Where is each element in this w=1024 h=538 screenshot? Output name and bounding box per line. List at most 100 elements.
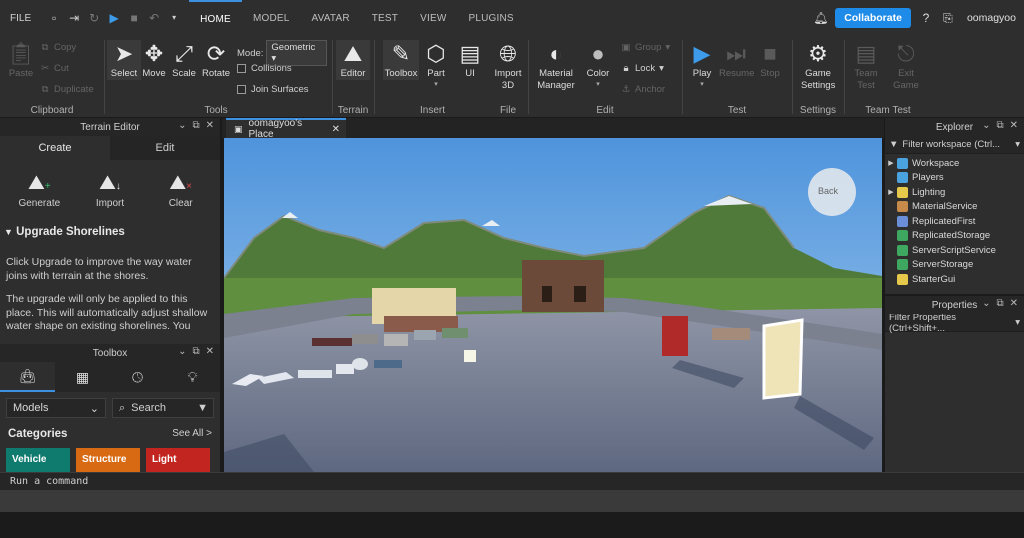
material-manager-button[interactable]: ◐ Material Manager: [535, 40, 577, 92]
creations-tab[interactable]: 💡︎: [165, 362, 220, 392]
category-chip-structure[interactable]: Structure: [76, 448, 140, 472]
team-test-button[interactable]: ▤ Team Test: [849, 40, 883, 92]
help-icon[interactable]: ?: [919, 11, 933, 25]
explorer-item-workspace[interactable]: ▶ Workspace: [885, 156, 1024, 171]
explorer-item-players[interactable]: Players: [885, 171, 1024, 186]
chevron-down-icon: ⌄: [89, 402, 99, 415]
command-bar-input[interactable]: Run a command: [0, 472, 1024, 490]
terrain-editor-button[interactable]: ⛰ Editor: [336, 40, 370, 80]
paste-button[interactable]: 📋︎ Paste: [4, 40, 38, 80]
resume-button[interactable]: ⏭ Resume: [719, 40, 754, 80]
expand-arrow-icon[interactable]: ▶: [885, 188, 897, 196]
ui-button[interactable]: ▤ UI: [453, 40, 487, 80]
stop-button[interactable]: ■ Stop: [753, 40, 787, 80]
filter-icon[interactable]: ▼: [197, 402, 208, 414]
place-document-tab[interactable]: ▣ oomagyoo's Place ✕: [226, 118, 346, 140]
scale-tool-button[interactable]: ⤢ Scale: [167, 40, 201, 80]
tab-home[interactable]: HOME: [189, 0, 242, 36]
play-button[interactable]: ▶ Play ▾: [685, 40, 719, 88]
asset-type-dropdown[interactable]: Models ⌄: [6, 398, 106, 418]
checkbox-box[interactable]: [237, 64, 246, 73]
undo-icon[interactable]: ↶: [147, 11, 161, 25]
rotate-tool-button[interactable]: ⟳ Rotate: [199, 40, 233, 80]
redo-icon[interactable]: ↻: [87, 11, 101, 25]
explorer-item-replicatedstorage[interactable]: ReplicatedStorage: [885, 229, 1024, 244]
duplicate-button[interactable]: ⧉ Duplicate: [40, 84, 94, 95]
undock-icon[interactable]: ⧉: [192, 346, 199, 357]
play-icon[interactable]: ▶: [107, 11, 121, 25]
chevron-down-icon[interactable]: ⌄: [982, 120, 990, 131]
chevron-down-icon[interactable]: ⌄: [178, 120, 186, 131]
tab-edit[interactable]: Edit: [110, 136, 220, 160]
exit-game-button[interactable]: ⎋ Exit Game: [889, 40, 923, 92]
explorer-item-replicatedfirst[interactable]: ReplicatedFirst: [885, 214, 1024, 229]
clear-button[interactable]: ⛰× Clear: [151, 168, 211, 220]
undock-icon[interactable]: ⧉: [996, 120, 1003, 131]
file-menu[interactable]: FILE: [0, 13, 41, 24]
collisions-checkbox[interactable]: Collisions: [237, 63, 292, 74]
toolbox-button[interactable]: ✎ Toolbox: [383, 40, 419, 80]
expand-arrow-icon[interactable]: ▶: [885, 159, 897, 167]
notifications-bell-icon[interactable]: 🔔︎: [813, 11, 828, 25]
explorer-filter-input[interactable]: ▼ Filter workspace (Ctrl... ▾: [885, 136, 1024, 154]
toolbox-search-input[interactable]: ⌕ Search ▼: [112, 398, 214, 418]
anchor-button[interactable]: ⚓︎ Anchor: [621, 84, 665, 95]
cut-button[interactable]: ✂ Cut: [40, 63, 69, 74]
undock-icon[interactable]: ⧉: [996, 298, 1003, 309]
open-file-icon[interactable]: ⇥: [67, 11, 81, 25]
tab-test[interactable]: TEST: [361, 0, 409, 36]
undock-icon[interactable]: ⧉: [192, 120, 199, 131]
properties-filter-input[interactable]: Filter Properties (Ctrl+Shift+... ▾: [885, 312, 1024, 334]
import-button[interactable]: ⛰↓ Import: [80, 168, 140, 220]
collaborate-button[interactable]: Collaborate: [835, 8, 911, 28]
lock-button[interactable]: 🔒︎ Lock ▾: [621, 63, 663, 74]
close-icon[interactable]: ✕: [1010, 298, 1018, 309]
category-chip-light[interactable]: Light: [146, 448, 210, 472]
scene-render[interactable]: [224, 138, 882, 472]
color-button[interactable]: ● Color ▾: [581, 40, 615, 88]
explorer-item-startergui[interactable]: StarterGui: [885, 272, 1024, 287]
checkbox-box[interactable]: [237, 85, 246, 94]
select-tool-button[interactable]: ➤ Select: [107, 40, 141, 80]
tab-plugins[interactable]: PLUGINS: [457, 0, 524, 36]
explorer-item-serverstorage[interactable]: ServerStorage: [885, 258, 1024, 273]
tab-create[interactable]: Create: [0, 136, 110, 160]
share-icon[interactable]: ⎘: [941, 11, 955, 25]
qa-dropdown-icon[interactable]: ▾: [167, 11, 181, 25]
part-button[interactable]: ⬡ Part ▾: [419, 40, 453, 88]
close-icon[interactable]: ✕: [206, 346, 214, 357]
close-icon[interactable]: ✕: [332, 124, 340, 135]
game-settings-button[interactable]: ⚙ Game Settings: [801, 40, 835, 92]
chevron-down-icon[interactable]: ⌄: [178, 346, 186, 357]
part-block: [298, 370, 332, 378]
tab-view[interactable]: VIEW: [409, 0, 457, 36]
explorer-item-serverscriptservice[interactable]: ServerScriptService: [885, 243, 1024, 258]
marketplace-tab[interactable]: 👜︎: [0, 362, 55, 392]
tab-avatar[interactable]: AVATAR: [301, 0, 361, 36]
new-file-icon[interactable]: ▫: [47, 11, 61, 25]
stop-icon[interactable]: ■: [127, 11, 141, 25]
explorer-item-materialservice[interactable]: MaterialService: [885, 200, 1024, 215]
chevron-down-icon[interactable]: ▾: [1015, 317, 1020, 328]
category-chip-vehicle[interactable]: Vehicle: [6, 448, 70, 472]
tab-model[interactable]: MODEL: [242, 0, 301, 36]
import-3d-button[interactable]: 🌐︎ Import 3D: [490, 40, 526, 92]
chevron-down-icon[interactable]: ▾: [1015, 139, 1020, 150]
generate-button[interactable]: ⛰+ Generate: [9, 168, 69, 220]
move-tool-button[interactable]: ✥ Move: [137, 40, 171, 80]
join-surfaces-checkbox[interactable]: Join Surfaces: [237, 84, 309, 95]
see-all-link[interactable]: See All >: [172, 428, 212, 440]
explorer-item-lighting[interactable]: ▶ Lighting: [885, 185, 1024, 200]
3d-viewport[interactable]: Back: [224, 138, 882, 472]
upgrade-shorelines-header[interactable]: ▼ Upgrade Shorelines: [0, 220, 220, 238]
recent-tab[interactable]: 🕓︎: [110, 362, 165, 392]
group-button[interactable]: ▣ Group ▾: [621, 42, 671, 53]
chevron-down-icon[interactable]: ⌄: [982, 298, 990, 309]
close-icon[interactable]: ✕: [206, 120, 214, 131]
close-icon[interactable]: ✕: [1010, 120, 1018, 131]
glowing-cube: [464, 350, 476, 362]
username-label[interactable]: oomagyoo: [967, 12, 1016, 24]
copy-button[interactable]: ⧉ Copy: [40, 42, 77, 53]
inventory-tab[interactable]: ▦: [55, 362, 110, 392]
back-button[interactable]: Back: [818, 186, 838, 196]
